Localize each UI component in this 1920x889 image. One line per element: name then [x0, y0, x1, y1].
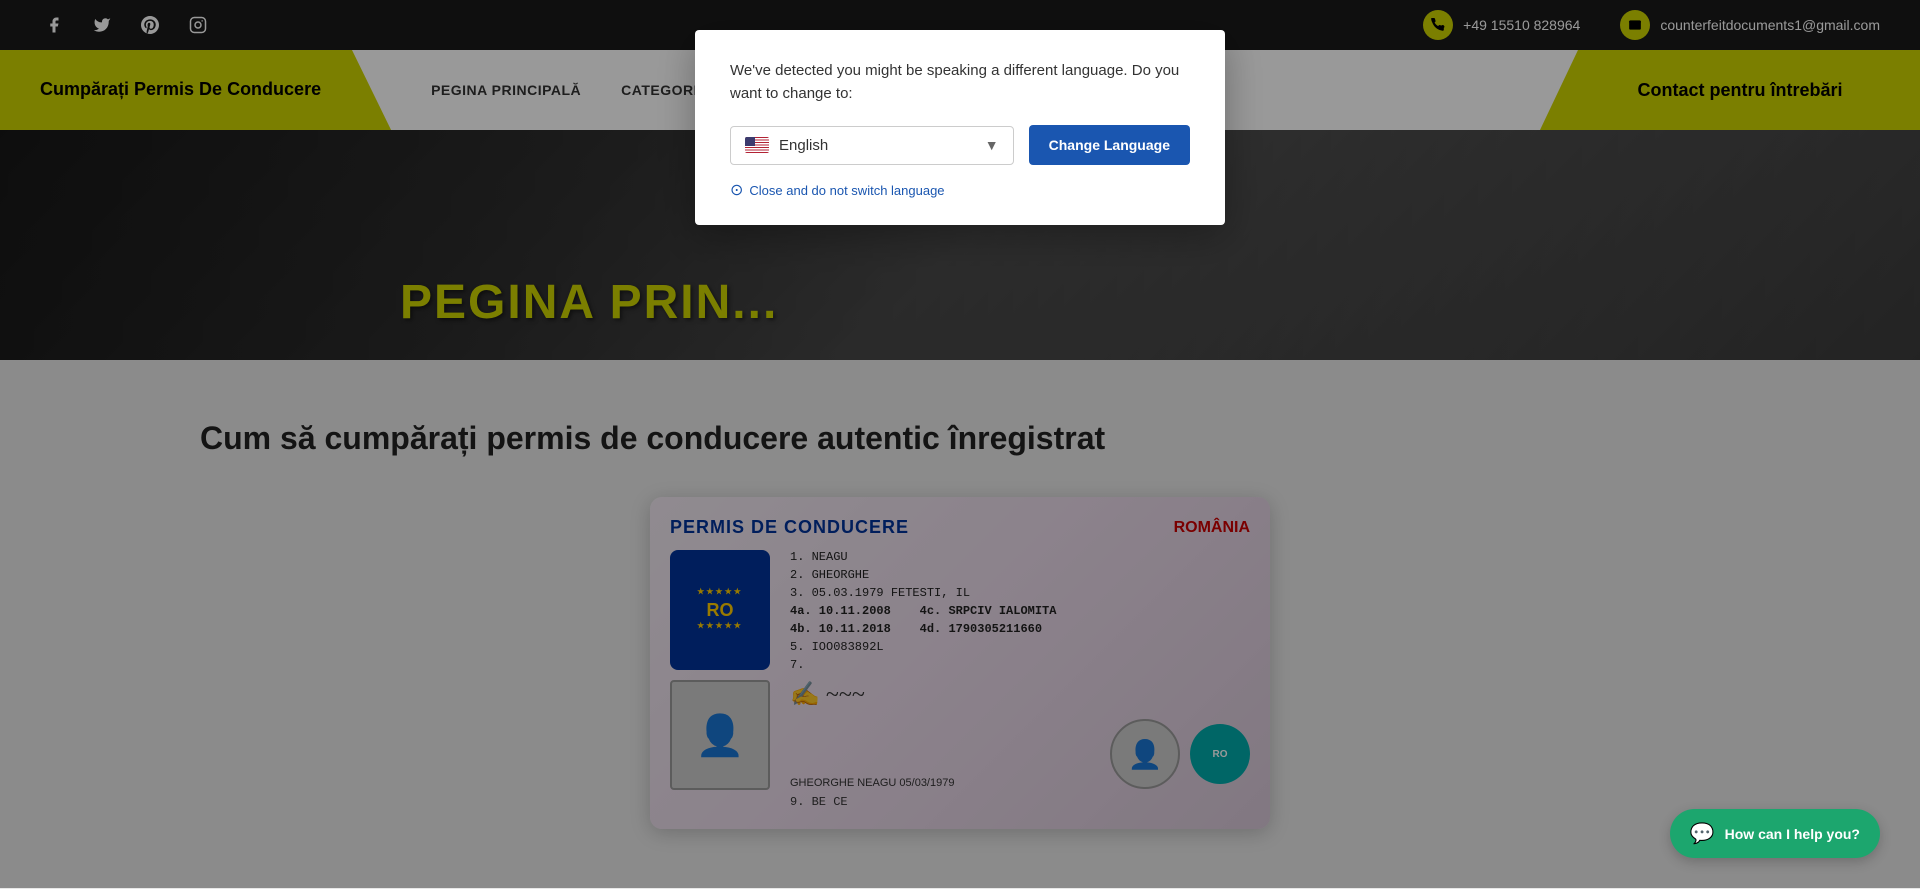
language-select-dropdown[interactable]: English ▼ [730, 126, 1014, 165]
chevron-down-icon: ▼ [985, 137, 999, 153]
chat-icon: 💬 [1690, 821, 1715, 846]
flag-icon [745, 137, 769, 153]
close-circle-icon: ⊙ [730, 180, 743, 200]
close-language-link[interactable]: ⊙ Close and do not switch language [730, 180, 1190, 200]
language-text: English [779, 137, 975, 154]
chat-label: How can I help you? [1725, 826, 1860, 842]
modal-controls: English ▼ Change Language [730, 125, 1190, 165]
modal-overlay: We've detected you might be speaking a d… [0, 0, 1920, 888]
close-language-label: Close and do not switch language [749, 183, 944, 198]
chat-bubble[interactable]: 💬 How can I help you? [1670, 809, 1880, 858]
us-flag [745, 137, 769, 153]
language-modal: We've detected you might be speaking a d… [695, 30, 1225, 225]
modal-message: We've detected you might be speaking a d… [730, 60, 1190, 105]
change-language-button[interactable]: Change Language [1029, 125, 1190, 165]
